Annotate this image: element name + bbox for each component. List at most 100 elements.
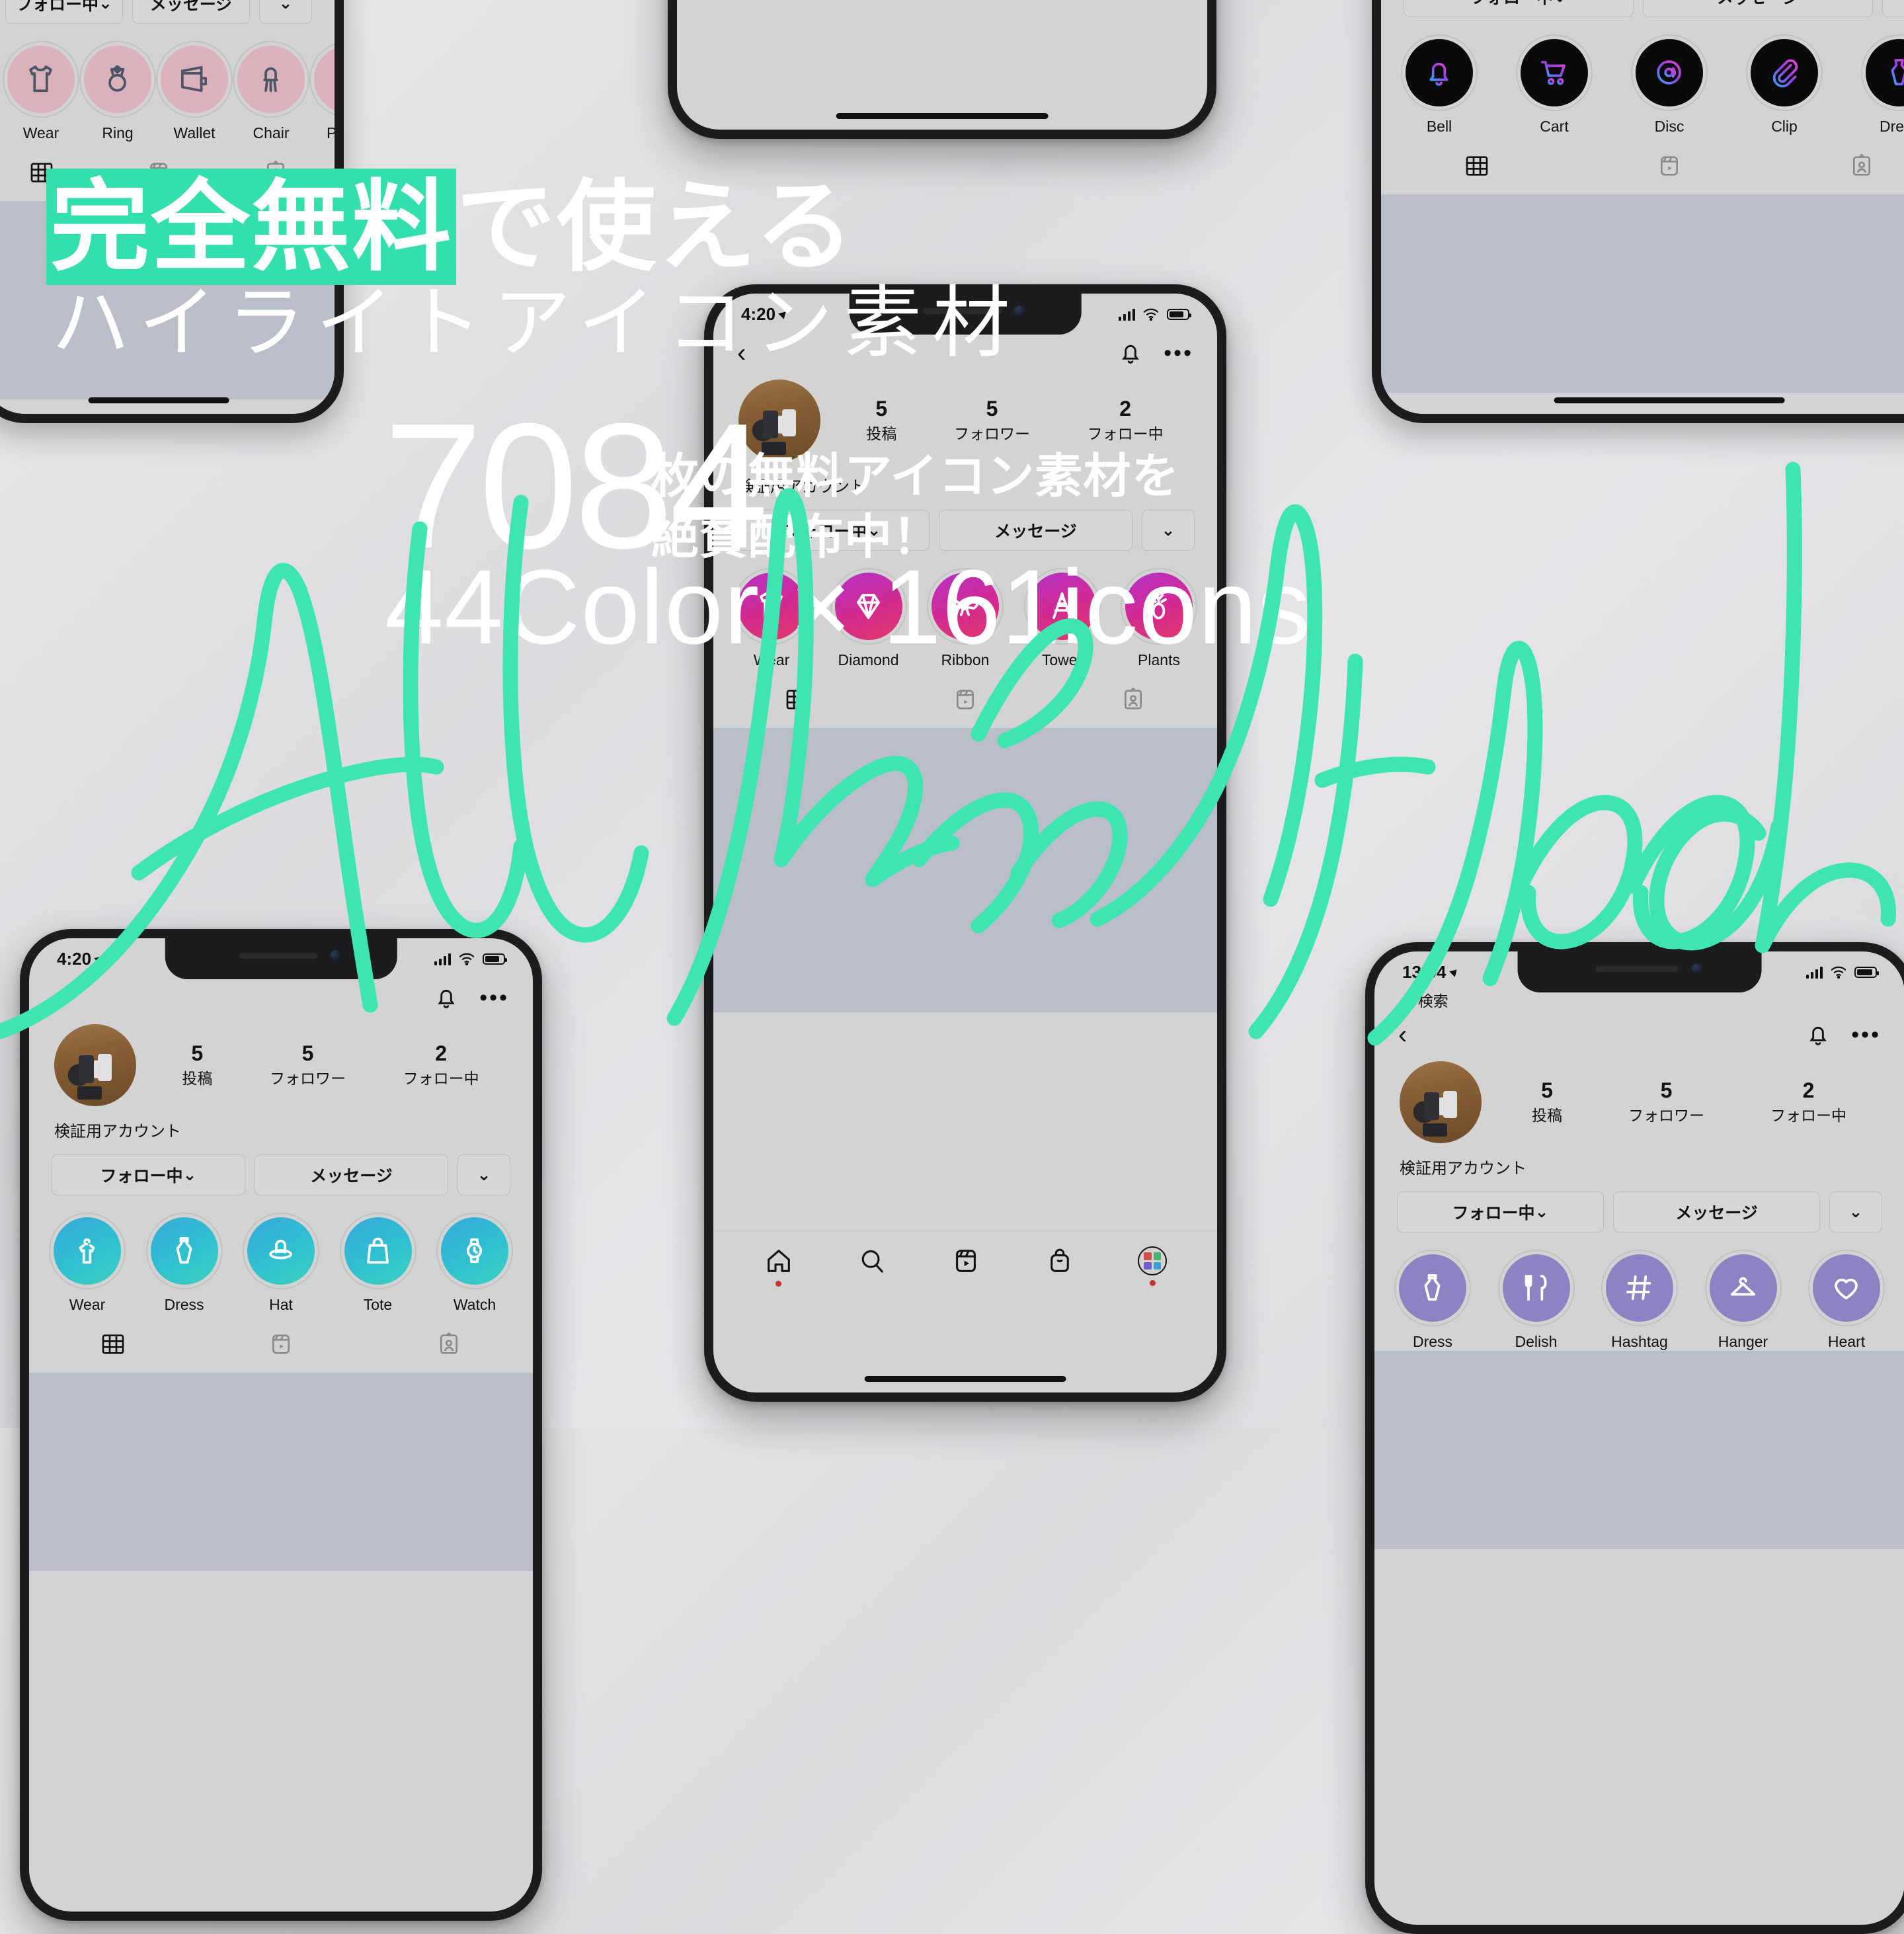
stat-item[interactable]: 5 フォロワー xyxy=(954,397,1030,444)
bell-icon[interactable] xyxy=(1117,340,1144,366)
tab-tagged[interactable] xyxy=(262,159,289,189)
highlight-circle xyxy=(237,46,305,113)
tab-tagged[interactable] xyxy=(436,1331,462,1361)
highlight-item[interactable]: Clip xyxy=(1746,34,1823,136)
stat-item[interactable]: 2 フォロー中 xyxy=(1088,397,1164,444)
highlight-item[interactable]: Cart xyxy=(1516,34,1593,136)
highlight-item[interactable]: Tote xyxy=(339,1213,416,1314)
highlight-item[interactable]: Hashtag xyxy=(1601,1250,1678,1351)
stat-item[interactable]: 2 フォロー中 xyxy=(403,1041,479,1088)
highlight-item[interactable]: Disc xyxy=(1631,34,1708,136)
highlight-item[interactable]: Dress xyxy=(145,1213,223,1314)
highlight-item[interactable]: Wear xyxy=(49,1213,126,1314)
message-button[interactable]: メッセージ xyxy=(132,0,250,24)
stat-number: 5 xyxy=(301,1041,314,1066)
header-back[interactable]: ‹ xyxy=(1398,1022,1407,1048)
following-button[interactable]: フォロー中⌄ xyxy=(1404,0,1634,17)
notification-dot xyxy=(1149,1280,1156,1286)
nav-item-home[interactable] xyxy=(764,1246,794,1287)
highlight-item[interactable]: Wear xyxy=(733,568,810,669)
highlight-item[interactable]: Wear xyxy=(3,41,79,142)
highlight-label: Chair xyxy=(253,124,290,141)
highlight-ring xyxy=(1631,34,1708,111)
highlight-item[interactable]: Tower xyxy=(1023,568,1101,669)
following-button[interactable]: フォロー中⌄ xyxy=(1397,1191,1604,1232)
highlight-circle xyxy=(1606,1254,1673,1322)
highlight-item[interactable]: Chair xyxy=(233,41,309,142)
highlight-ring xyxy=(733,568,810,645)
tab-grid[interactable] xyxy=(28,159,55,189)
more-options-icon[interactable]: ••• xyxy=(1164,341,1193,364)
highlight-item[interactable]: Dress xyxy=(1861,34,1904,136)
disc-icon xyxy=(1657,60,1682,85)
highlight-ring xyxy=(1401,34,1478,111)
highlight-circle xyxy=(1125,573,1193,640)
tshirt-icon xyxy=(29,65,53,93)
nav-item-reels[interactable] xyxy=(951,1246,981,1287)
location-arrow-icon xyxy=(1448,967,1460,977)
following-button[interactable]: フォロー中⌄ xyxy=(52,1154,245,1195)
bottom-nav xyxy=(713,1230,1217,1296)
avatar[interactable] xyxy=(54,1024,136,1106)
highlight-item[interactable]: Heart xyxy=(1808,1250,1885,1351)
more-button[interactable]: ⌄ xyxy=(1829,1191,1882,1232)
highlight-ring xyxy=(233,41,309,118)
tab-reels[interactable] xyxy=(268,1331,294,1361)
highlight-label: Dress xyxy=(164,1296,204,1313)
highlight-item[interactable]: Bell xyxy=(1401,34,1478,136)
message-button[interactable]: メッセージ xyxy=(255,1154,448,1195)
message-button[interactable]: メッセージ xyxy=(1613,1191,1820,1232)
stat-item[interactable]: 5 投稿 xyxy=(866,397,896,444)
avatar[interactable] xyxy=(1400,1061,1482,1143)
following-button[interactable]: フォロー中⌄ xyxy=(5,0,123,24)
highlight-item[interactable]: Dress xyxy=(1394,1250,1471,1351)
more-button[interactable]: ⌄ xyxy=(457,1154,510,1195)
highlight-item[interactable]: Diamond xyxy=(830,568,907,669)
avatar[interactable] xyxy=(738,380,820,462)
stat-item[interactable]: 5 フォロワー xyxy=(270,1041,346,1088)
nav-item-profile[interactable] xyxy=(1138,1246,1168,1286)
highlight-item[interactable]: Wallet xyxy=(156,41,233,142)
highlights-row: Bell Cart Disc Clip Dre xyxy=(1381,17,1904,136)
wifi-icon xyxy=(1143,308,1159,321)
more-button[interactable]: ⌄ xyxy=(259,0,312,24)
highlight-item[interactable]: Hat xyxy=(243,1213,319,1314)
more-options-icon[interactable]: ••• xyxy=(1851,1023,1881,1046)
header-back[interactable]: ‹ xyxy=(737,340,746,366)
highlight-item[interactable]: Hanger xyxy=(1704,1250,1782,1351)
stat-item[interactable]: 5 投稿 xyxy=(182,1041,212,1088)
stat-item[interactable]: 5 フォロワー xyxy=(1628,1078,1704,1125)
tab-grid[interactable] xyxy=(784,686,811,716)
highlight-item[interactable]: Watch xyxy=(436,1213,513,1314)
bell-icon[interactable] xyxy=(433,985,459,1011)
message-button[interactable]: メッセージ xyxy=(1643,0,1873,17)
highlight-item[interactable]: Delish xyxy=(1497,1250,1575,1351)
nav-item-search[interactable] xyxy=(857,1246,887,1287)
highlight-item[interactable]: Ring xyxy=(79,41,156,142)
stat-item[interactable]: 2 フォロー中 xyxy=(1770,1078,1846,1125)
tab-tagged[interactable] xyxy=(1120,686,1146,716)
highlight-item[interactable]: Ribbon xyxy=(927,568,1004,669)
tab-grid[interactable] xyxy=(100,1331,126,1361)
more-options-icon[interactable]: ••• xyxy=(479,986,509,1009)
profile-stats: 5 投稿 5 フォロワー 2 フォロー中 xyxy=(1499,1078,1880,1125)
highlight-item[interactable]: Plants xyxy=(1121,568,1197,669)
message-button[interactable]: メッセージ xyxy=(939,510,1132,551)
tab-grid[interactable] xyxy=(1464,153,1490,182)
tab-tagged[interactable] xyxy=(1848,153,1875,182)
tab-reels[interactable] xyxy=(952,686,978,716)
highlight-item[interactable]: Plants xyxy=(309,41,335,142)
more-button[interactable]: ⌄ xyxy=(1882,0,1904,17)
status-bar: 13:04 xyxy=(1374,951,1904,992)
header-back[interactable]: ‹ xyxy=(53,985,61,1011)
tab-reels[interactable] xyxy=(1656,153,1683,182)
phone-screen: 13:04 ◀ 検索 ‹ ••• 5 投稿 5 フォロワー 2 フォロー中 検証… xyxy=(1374,951,1904,1925)
more-button[interactable]: ⌄ xyxy=(1142,510,1195,551)
tab-reels[interactable] xyxy=(145,159,172,189)
highlight-ring xyxy=(927,568,1004,645)
stat-item[interactable]: 5 投稿 xyxy=(1532,1078,1562,1125)
bell-icon[interactable] xyxy=(1805,1022,1831,1048)
highlights-row: Wear Diamond Ribbon Tower Plants xyxy=(713,551,1217,669)
following-button[interactable]: フォロー中⌄ xyxy=(736,510,930,551)
nav-item-shop[interactable] xyxy=(1045,1246,1075,1287)
